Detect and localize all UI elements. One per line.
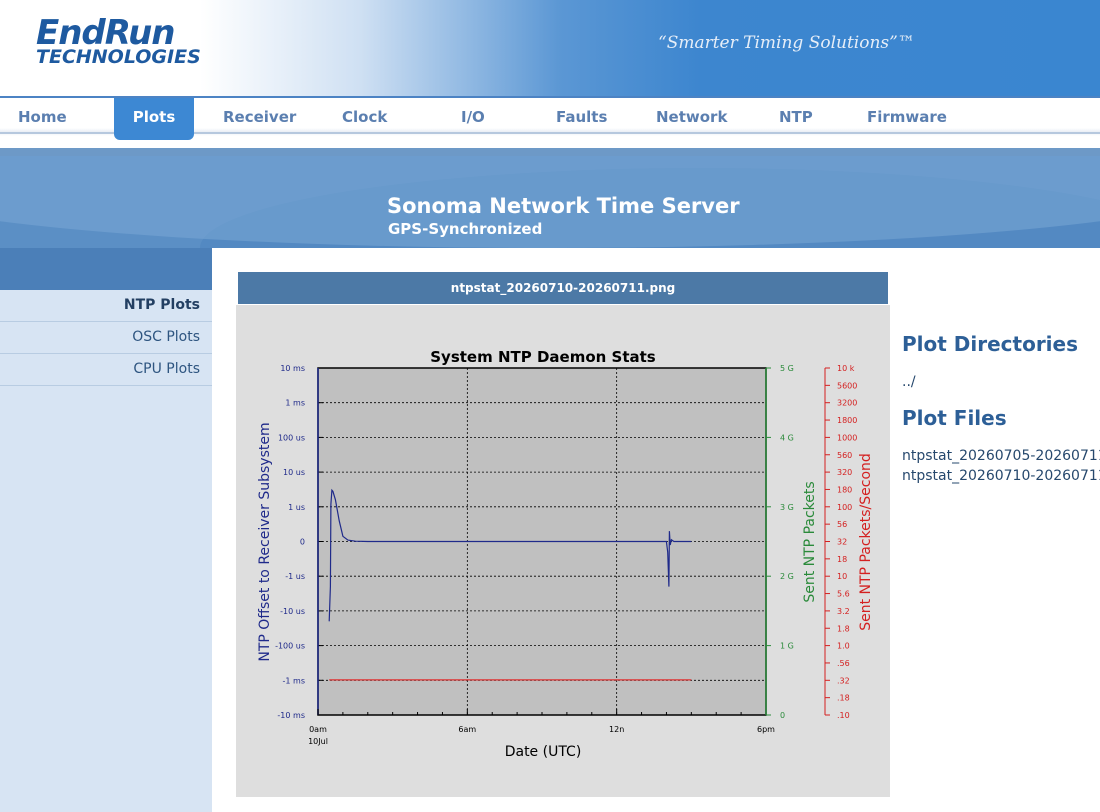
y-tick-label: -10 us	[280, 607, 305, 616]
nav-faults[interactable]: Faults	[556, 108, 607, 126]
red-tick-label: .32	[837, 676, 850, 685]
banner-subtitle: GPS-Synchronized	[388, 220, 543, 238]
y-tick-label: -1 us	[285, 572, 305, 581]
dir-link-parent[interactable]: ../	[902, 374, 1100, 390]
red-tick-label: .10	[837, 711, 850, 720]
sidebar-item-cpu-plots[interactable]: CPU Plots	[0, 354, 212, 386]
sidebar-item-ntp-plots[interactable]: NTP Plots	[0, 290, 212, 322]
red-tick-label: 32	[837, 538, 847, 547]
sidebar-header	[0, 248, 212, 290]
green-tick-label: 4 G	[780, 433, 794, 442]
red-tick-label: 56	[837, 520, 847, 529]
red-tick-label: .56	[837, 659, 850, 668]
banner-top-strip	[0, 148, 1100, 156]
red-tick-label: 3.2	[837, 607, 850, 616]
nav-io[interactable]: I/O	[461, 108, 485, 126]
red-tick-label: 1.0	[837, 642, 850, 651]
green-tick-label: 3 G	[780, 503, 794, 512]
nav-plots[interactable]: Plots	[114, 98, 194, 140]
green-tick-label: 2 G	[780, 572, 794, 581]
x-tick-label: 12n	[609, 725, 624, 734]
nav-firmware[interactable]: Firmware	[867, 108, 947, 126]
y-tick-label: 0	[300, 538, 305, 547]
x-axis-label: Date (UTC)	[505, 744, 582, 760]
logo-line-1: EndRun	[36, 13, 175, 53]
red-tick-label: .18	[837, 694, 850, 703]
banner-title: Sonoma Network Time Server	[387, 194, 740, 218]
red-tick-label: 560	[837, 451, 852, 460]
nav-ntp[interactable]: NTP	[779, 108, 813, 126]
y-tick-label: -10 ms	[277, 711, 305, 720]
plot-file-link[interactable]: ntpstat_20260710-20260711.png	[902, 468, 1100, 484]
y-tick-label: 100 us	[278, 433, 305, 442]
nav-clock[interactable]: Clock	[342, 108, 387, 126]
green-tick-label: 1 G	[780, 642, 794, 651]
ntp-stats-chart: System NTP Daemon Stats 10 ms 1 ms 100 us 10…	[257, 348, 874, 760]
red-tick-label: 5600	[837, 381, 857, 390]
x-tick-label: 6am	[458, 725, 476, 734]
x-tick-label: 6pm	[757, 725, 775, 734]
y-tick-label: -1 ms	[283, 676, 305, 685]
green-tick-label: 0	[780, 711, 785, 720]
green-tick-label: 5 G	[780, 364, 794, 373]
y-tick-label: 1 ms	[285, 399, 305, 408]
red-tick-label: 100	[837, 503, 852, 512]
y-axis-label-red: Sent NTP Packets/Second	[858, 453, 874, 631]
site-header: EndRun TECHNOLOGIES “Smarter Timing Solu…	[0, 0, 1100, 96]
y-tick-label: -100 us	[275, 642, 305, 651]
plot-image: System NTP Daemon Stats 10 ms 1 ms 100 us 10…	[236, 305, 890, 797]
red-tick-label: 180	[837, 485, 852, 494]
y-tick-label: 10 ms	[280, 364, 305, 373]
nav-receiver[interactable]: Receiver	[223, 108, 296, 126]
y-tick-label: 1 us	[288, 503, 305, 512]
red-tick-label: 10 k	[837, 364, 855, 373]
x-date-label: 10Jul	[308, 737, 328, 746]
y-tick-label: 10 us	[283, 468, 305, 477]
plot-file-title: ntpstat_20260710-20260711.png	[238, 272, 888, 304]
main-nav: Home Plots Receiver Clock I/O Faults Net…	[0, 96, 1100, 146]
y-axis-label-green: Sent NTP Packets	[802, 481, 818, 602]
red-tick-label: 5.6	[837, 590, 850, 599]
red-tick-label: 1000	[837, 433, 857, 442]
chart-title: System NTP Daemon Stats	[430, 348, 656, 366]
tagline: “Smarter Timing Solutions”™	[658, 33, 915, 53]
plot-directories-heading: Plot Directories	[902, 332, 1079, 356]
x-tick-label: 0am	[309, 725, 327, 734]
red-tick-label: 1800	[837, 416, 857, 425]
sidebar: NTP Plots OSC Plots CPU Plots	[0, 248, 212, 812]
y-axis-label-left: NTP Offset to Receiver Subsystem	[257, 422, 273, 661]
logo-line-2: TECHNOLOGIES	[36, 46, 201, 68]
plot-files-heading: Plot Files	[902, 406, 1007, 430]
red-tick-label: 1.8	[837, 624, 850, 633]
endrun-logo[interactable]: EndRun TECHNOLOGIES	[36, 16, 201, 67]
red-tick-label: 320	[837, 468, 852, 477]
nav-home[interactable]: Home	[18, 108, 67, 126]
sidebar-item-osc-plots[interactable]: OSC Plots	[0, 322, 212, 354]
red-tick-label: 10	[837, 572, 847, 581]
plot-browser: Plot Directories ../ Plot Files ntpstat_…	[902, 332, 1100, 484]
red-tick-label: 3200	[837, 399, 857, 408]
nav-network[interactable]: Network	[656, 108, 727, 126]
red-tick-label: 18	[837, 555, 847, 564]
plot-file-link[interactable]: ntpstat_20260705-20260711.png	[902, 448, 1100, 464]
